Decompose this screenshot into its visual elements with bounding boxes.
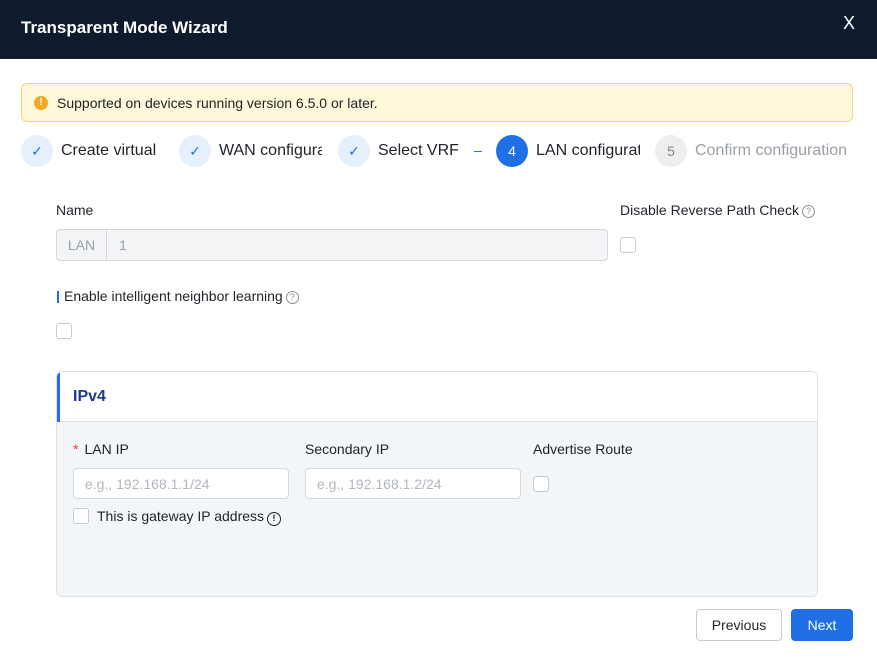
wizard-steps: ✓ Create virtual ✓ WAN configuration ✓ S… bbox=[21, 135, 861, 167]
ipv4-title: IPv4 bbox=[73, 388, 106, 405]
neighbor-learning-checkbox[interactable] bbox=[56, 323, 72, 339]
neighbor-learning-label: Enable intelligent neighbor learning? bbox=[64, 288, 299, 304]
step-select-vrf[interactable]: ✓ Select VRF bbox=[338, 135, 508, 167]
info-icon[interactable]: ! bbox=[267, 512, 282, 526]
step-create-virtual[interactable]: ✓ Create virtual bbox=[21, 135, 161, 167]
step-label: LAN configuration bbox=[536, 142, 640, 159]
step-label: WAN configuration bbox=[219, 142, 322, 159]
name-field: LAN 1 bbox=[56, 229, 608, 261]
gateway-ip-label: This is gateway IP address! bbox=[97, 508, 282, 526]
step-number: 4 bbox=[496, 135, 528, 167]
next-button[interactable]: Next bbox=[791, 609, 853, 641]
help-icon[interactable]: ? bbox=[801, 205, 815, 218]
dialog-header: Transparent Mode Wizard X bbox=[0, 0, 877, 59]
step-wan-configuration[interactable]: ✓ WAN configuration bbox=[179, 135, 324, 167]
neighbor-learning-label-text: Enable intelligent neighbor learning bbox=[64, 288, 283, 304]
dialog-title: Transparent Mode Wizard bbox=[21, 18, 228, 37]
required-mark: * bbox=[73, 441, 79, 457]
name-label: Name bbox=[56, 202, 94, 218]
reverse-path-label: Disable Reverse Path Check? bbox=[620, 202, 815, 218]
label-accent-bar bbox=[57, 291, 59, 303]
check-icon: ✓ bbox=[338, 135, 370, 167]
alert-text: Supported on devices running version 6.5… bbox=[57, 95, 378, 111]
previous-button[interactable]: Previous bbox=[696, 609, 782, 641]
secondary-ip-label: Secondary IP bbox=[305, 441, 390, 457]
reverse-path-checkbox[interactable] bbox=[620, 237, 636, 253]
help-icon[interactable]: ? bbox=[285, 291, 299, 304]
check-icon: ✓ bbox=[179, 135, 211, 167]
secondary-ip-input[interactable] bbox=[305, 468, 521, 499]
advertise-route-checkbox[interactable] bbox=[533, 476, 549, 492]
step-lan-configuration[interactable]: 4 LAN configuration bbox=[496, 135, 646, 167]
step-label: Select VRF bbox=[378, 142, 459, 159]
panel-accent-bar bbox=[57, 372, 60, 422]
lan-ip-input[interactable] bbox=[73, 468, 289, 499]
step-label: Confirm configuration bbox=[695, 142, 848, 159]
lan-ip-label: * LAN IP bbox=[73, 441, 129, 457]
ipv4-panel-header: IPv4 bbox=[57, 372, 817, 422]
version-alert: ! Supported on devices running version 6… bbox=[21, 83, 853, 122]
check-icon: ✓ bbox=[21, 135, 53, 167]
name-prefix: LAN bbox=[57, 230, 107, 260]
close-icon[interactable]: X bbox=[838, 12, 860, 34]
reverse-path-label-text: Disable Reverse Path Check bbox=[620, 202, 799, 218]
step-number: 5 bbox=[655, 135, 687, 167]
ipv4-panel: IPv4 * LAN IP Secondary IP Advertise Rout… bbox=[56, 371, 818, 597]
gateway-ip-label-text: This is gateway IP address bbox=[97, 508, 265, 524]
step-confirm-configuration[interactable]: 5 Confirm configuration bbox=[655, 135, 861, 167]
advertise-route-label: Advertise Route bbox=[533, 441, 633, 457]
lan-ip-label-text: LAN IP bbox=[84, 441, 129, 457]
step-label: Create virtual bbox=[61, 142, 157, 159]
warning-icon: ! bbox=[34, 96, 48, 110]
name-value: 1 bbox=[119, 237, 127, 253]
gateway-ip-checkbox[interactable] bbox=[73, 508, 89, 524]
step-connector bbox=[474, 151, 482, 152]
